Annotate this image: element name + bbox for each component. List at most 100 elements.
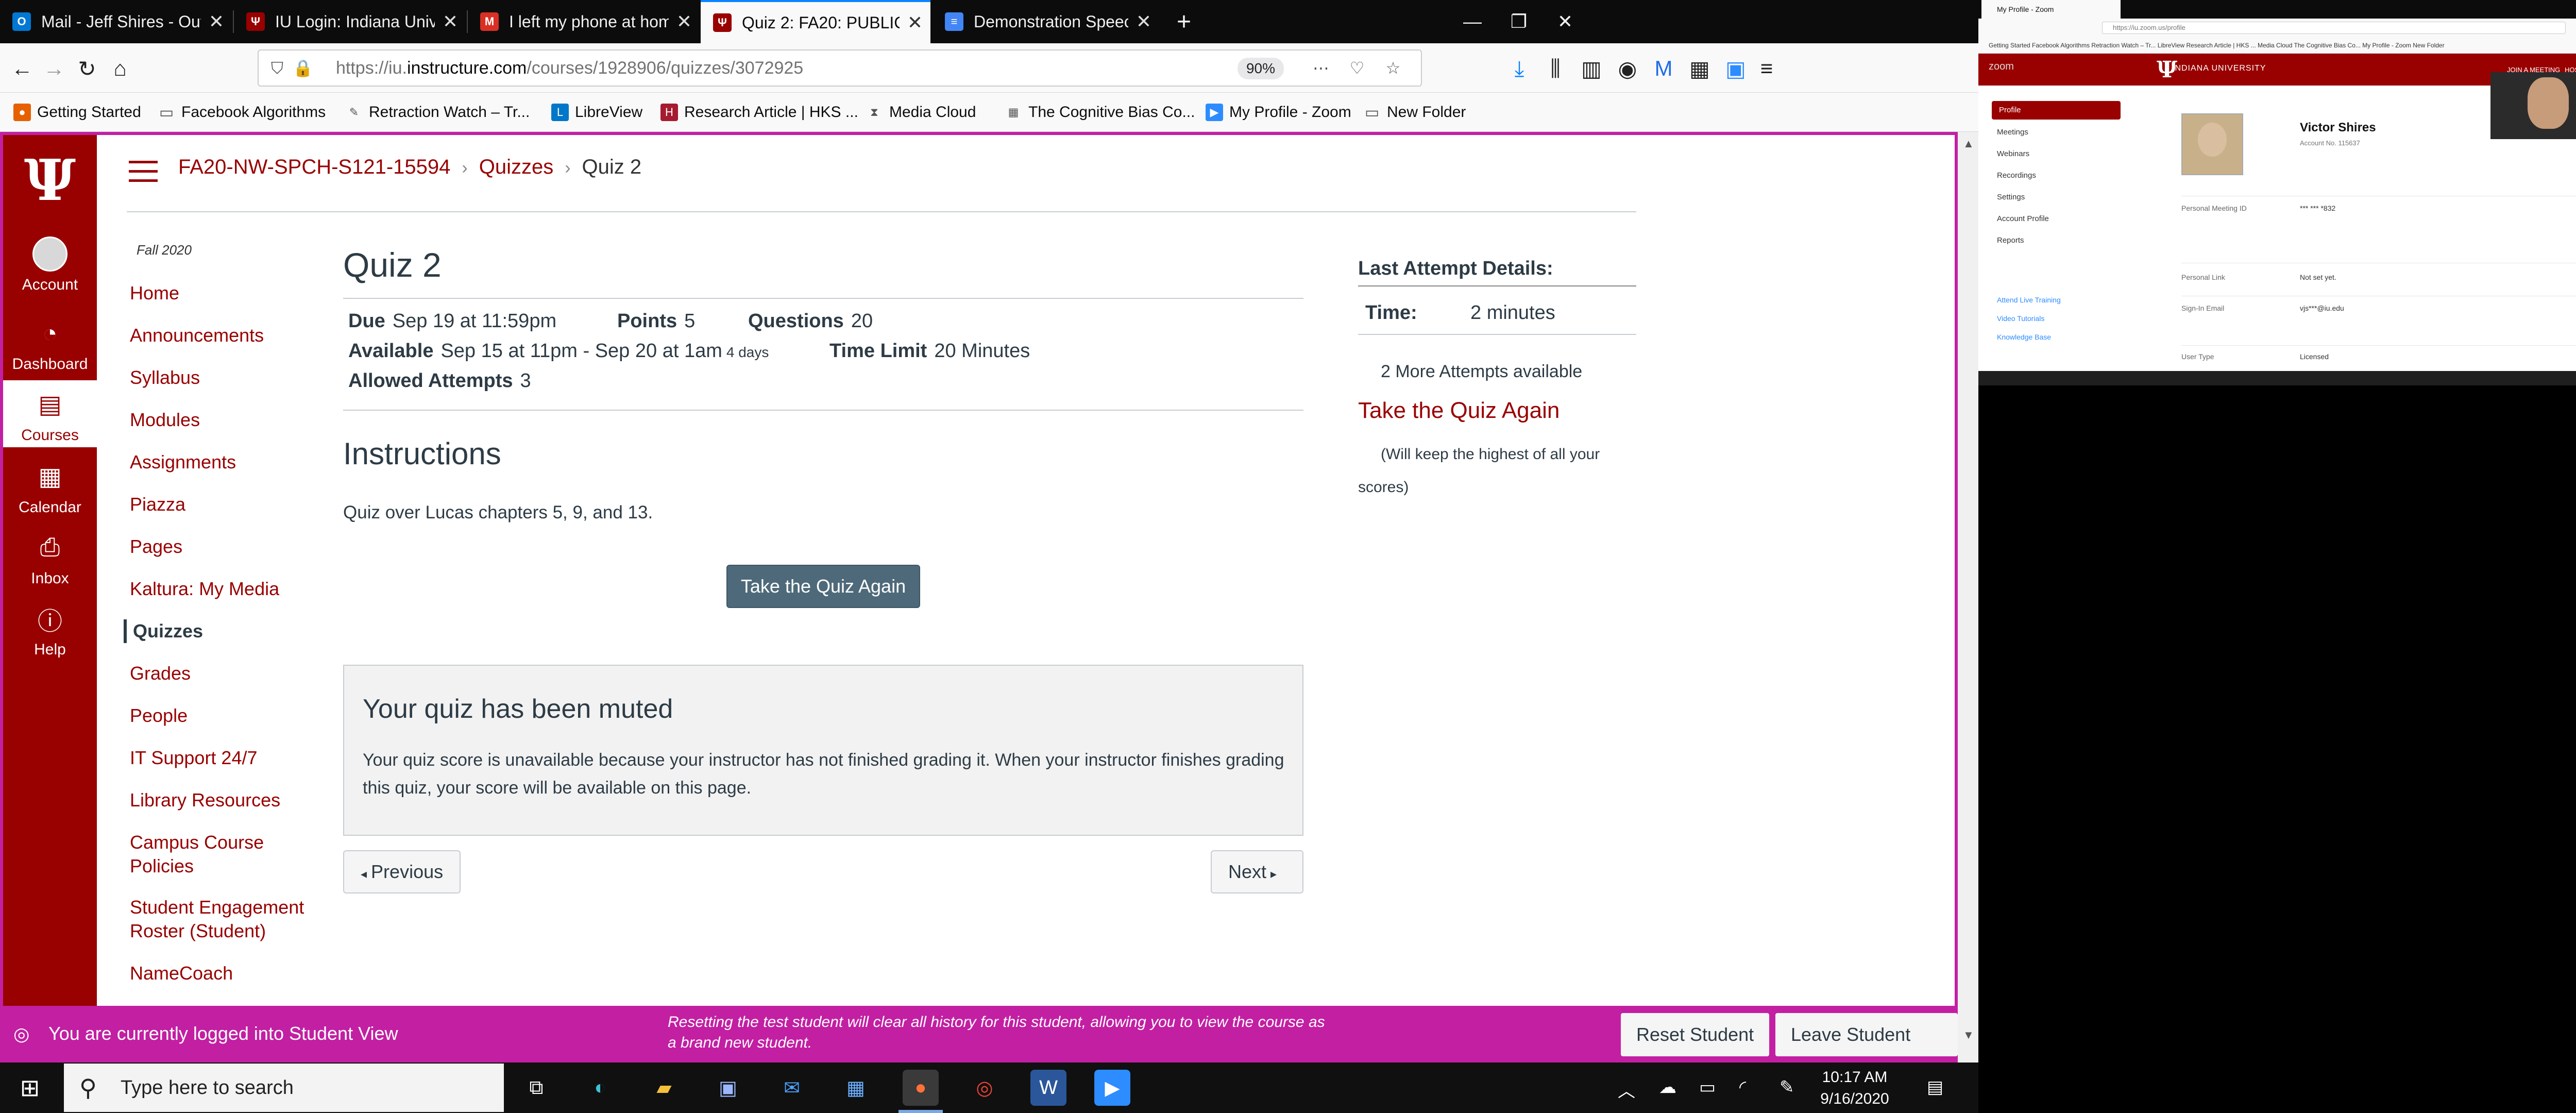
tab-docs[interactable]: ≡ Demonstration Speech Signup ✕	[933, 0, 1159, 43]
lock-icon[interactable]: 🔒	[292, 57, 314, 79]
leave-student-view-button[interactable]: Leave Student View	[1775, 1013, 1958, 1056]
extension-m-icon[interactable]: M	[1649, 54, 1679, 83]
global-nav-inbox[interactable]: ⎙ Inbox	[3, 530, 97, 587]
course-nav-grades[interactable]: Grades	[130, 662, 191, 685]
course-nav-modules[interactable]: Modules	[130, 408, 200, 432]
take-quiz-again-button[interactable]: Take the Quiz Again	[726, 565, 920, 608]
word-icon[interactable]: W	[1030, 1070, 1066, 1106]
firefox-icon[interactable]: ●	[903, 1070, 939, 1106]
zoom-link-knowledge-base[interactable]: Knowledge Base	[1997, 333, 2051, 341]
course-nav-announcements[interactable]: Announcements	[130, 324, 264, 347]
chrome-icon[interactable]: ◎	[967, 1070, 1003, 1106]
course-menu-toggle[interactable]	[129, 161, 158, 183]
bookmark-libreview[interactable]: L LibreView	[551, 93, 642, 132]
course-nav-pages[interactable]: Pages	[130, 535, 182, 559]
bookmark-media-cloud[interactable]: ⧗ Media Cloud	[866, 93, 976, 132]
iu-logo[interactable]: Ψ	[22, 149, 78, 211]
new-tab-button[interactable]: +	[1164, 0, 1206, 43]
edge-icon[interactable]: ◐	[582, 1070, 618, 1106]
course-nav-assignments[interactable]: Assignments	[130, 450, 236, 474]
global-nav-dashboard[interactable]: ◔ Dashboard	[3, 315, 97, 373]
zoom-sidebar-settings[interactable]: Settings	[1997, 193, 2025, 201]
sidebar-icon[interactable]: ▥	[1577, 54, 1606, 83]
zoom-extension-icon[interactable]: ▣	[1721, 54, 1751, 83]
close-icon[interactable]: ✕	[669, 11, 700, 32]
zoom-logo[interactable]: zoom	[1989, 61, 2014, 73]
tray-chevron-icon[interactable]: ︿	[1618, 1077, 1635, 1102]
course-nav-library[interactable]: Library Resources	[130, 788, 280, 812]
tab-quiz-active[interactable]: Ψ Quiz 2: FA20: PUBLIC SPEAKING ✕	[701, 0, 930, 43]
onedrive-icon[interactable]: ☁	[1659, 1077, 1676, 1098]
tab-gmail[interactable]: M I left my phone at home - kidd ✕	[468, 0, 700, 43]
network-icon[interactable]: ◜	[1739, 1077, 1746, 1098]
course-nav-quizzes[interactable]: Quizzes	[124, 619, 203, 643]
course-nav-home[interactable]: Home	[130, 281, 179, 305]
zoom-link-training[interactable]: Attend Live Training	[1997, 296, 2061, 304]
global-nav-courses[interactable]: ▤ Courses	[3, 380, 97, 447]
bookmark-getting-started[interactable]: ● Getting Started	[13, 93, 141, 132]
course-nav-engagement-roster[interactable]: Student Engagement Roster (Student)	[130, 896, 326, 943]
close-icon[interactable]: ✕	[201, 11, 232, 32]
windows-start-icon[interactable]: ⊞	[0, 1063, 60, 1113]
store-icon[interactable]: ▣	[710, 1070, 746, 1106]
zoom-level[interactable]: 90%	[1238, 58, 1284, 79]
bookmark-cognitive-bias[interactable]: ▦ The Cognitive Bias Co...	[1005, 93, 1195, 132]
zoom-link-tutorials[interactable]: Video Tutorials	[1997, 314, 2044, 323]
zoom-url-bar[interactable]: https://iu.zoom.us/profile	[2102, 22, 2566, 34]
zoom-tab[interactable]: My Profile - Zoom	[1981, 0, 2121, 19]
account-circle-icon[interactable]: ◉	[1613, 54, 1642, 83]
reset-student-button[interactable]: Reset Student	[1621, 1013, 1770, 1056]
notifications-icon[interactable]: ▤	[1927, 1077, 1943, 1098]
battery-icon[interactable]: ▭	[1699, 1077, 1716, 1098]
bookmark-zoom-profile[interactable]: ▶ My Profile - Zoom	[1206, 93, 1351, 132]
zoom-video-thumbnail[interactable]	[2490, 72, 2576, 139]
calculator-icon[interactable]: ▦	[838, 1070, 874, 1106]
zoom-sidebar-meetings[interactable]: Meetings	[1997, 128, 2028, 137]
extension-bars-icon[interactable]: ▦	[1685, 54, 1715, 83]
course-nav-it-support[interactable]: IT Support 24/7	[130, 746, 258, 770]
profile-avatar[interactable]	[2181, 113, 2243, 175]
download-icon[interactable]: ⤓	[1504, 54, 1534, 83]
course-nav-namecoach[interactable]: NameCoach	[130, 962, 233, 985]
global-nav-calendar[interactable]: ▦ Calendar	[3, 459, 97, 516]
close-icon[interactable]: ✕	[900, 12, 930, 33]
close-icon[interactable]: ✕	[435, 11, 466, 32]
take-quiz-again-link[interactable]: Take the Quiz Again	[1358, 398, 1560, 424]
bookmark-research-article[interactable]: H Research Article | HKS ...	[660, 93, 858, 132]
global-nav-help[interactable]: ⓘ Help	[3, 601, 97, 659]
zoom-sidebar-profile[interactable]: Profile	[1992, 101, 2121, 120]
zoom-sidebar-recordings[interactable]: Recordings	[1997, 171, 2036, 180]
tab-iu-login[interactable]: Ψ IU Login: Indiana University ✕	[234, 0, 466, 43]
previous-button[interactable]: ◂ Previous	[343, 850, 461, 893]
more-icon[interactable]: ⋯	[1310, 57, 1332, 79]
pen-icon[interactable]: ✎	[1780, 1077, 1794, 1098]
bookmark-folder[interactable]: ▭ Facebook Algorithms	[158, 93, 326, 132]
mail-icon[interactable]: ✉	[774, 1070, 810, 1106]
zoom-sidebar-reports[interactable]: Reports	[1997, 236, 2024, 245]
tab-outlook[interactable]: O Mail - Jeff Shires - Outlook ✕	[0, 0, 232, 43]
shield-icon[interactable]: ⛉	[266, 57, 289, 79]
breadcrumb-quizzes[interactable]: Quizzes	[479, 156, 554, 178]
bookmark-retraction-watch[interactable]: ✎ Retraction Watch – Tr...	[345, 93, 530, 132]
reload-button[interactable]: ↻	[72, 54, 102, 83]
menu-icon[interactable]: ≡	[1752, 54, 1782, 83]
zoom-icon[interactable]: ▶	[1094, 1070, 1130, 1106]
course-nav-piazza[interactable]: Piazza	[130, 493, 185, 516]
taskbar-clock[interactable]: 10:17 AM 9/16/2020	[1814, 1067, 1896, 1110]
task-view-icon[interactable]: ⧉	[518, 1070, 554, 1106]
next-button[interactable]: Next ▸	[1211, 850, 1303, 893]
global-nav-account[interactable]: Account	[3, 236, 97, 294]
course-nav-kaltura[interactable]: Kaltura: My Media	[130, 577, 279, 601]
zoom-sidebar-webinars[interactable]: Webinars	[1997, 149, 2029, 158]
course-nav-syllabus[interactable]: Syllabus	[130, 366, 200, 390]
close-window-button[interactable]: ✕	[1535, 0, 1595, 43]
zoom-sidebar-account-profile[interactable]: Account Profile	[1997, 214, 2049, 223]
bookmark-new-folder[interactable]: ▭ New Folder	[1363, 93, 1466, 132]
pocket-icon[interactable]: ♡	[1346, 57, 1368, 79]
forward-button[interactable]: →	[39, 54, 69, 83]
course-nav-campus-policies[interactable]: Campus Course Policies	[130, 831, 326, 878]
taskbar-search-box[interactable]: ⚲ Type here to search	[64, 1064, 504, 1112]
close-icon[interactable]: ✕	[1128, 11, 1159, 32]
page-scrollbar[interactable]: ▲ ▼	[1958, 132, 1978, 1063]
course-nav-people[interactable]: People	[130, 704, 188, 728]
